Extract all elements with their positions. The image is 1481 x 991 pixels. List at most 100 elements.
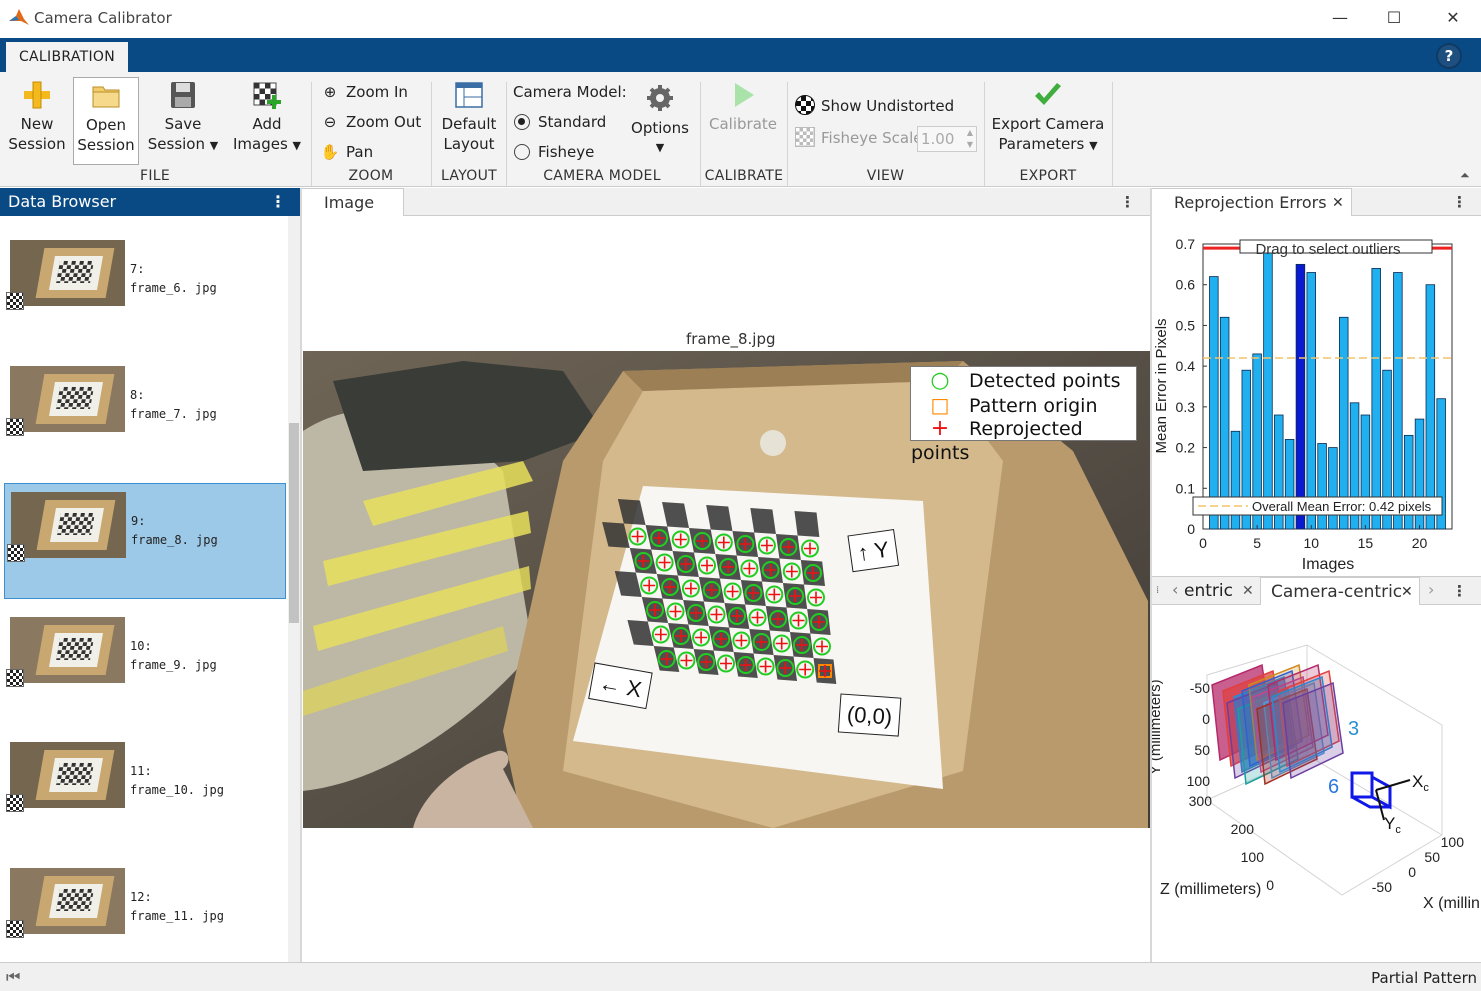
tab-scroll-left-icon[interactable]: ‹ <box>1172 580 1178 599</box>
error-bar[interactable] <box>1306 272 1316 530</box>
x-tick-label: -50 <box>1372 879 1392 895</box>
tab-camera-centric[interactable]: Camera-centric ✕ <box>1260 577 1420 606</box>
z-axis-title: Z (millimeters) <box>1160 881 1261 898</box>
data-browser-title: Data Browser <box>8 192 117 211</box>
circle-marker-icon: ○ <box>930 368 950 393</box>
error-bar[interactable] <box>1284 439 1295 530</box>
tab-scroll-right-icon[interactable]: › <box>1428 580 1434 599</box>
error-bar[interactable] <box>1317 443 1327 530</box>
zoom-in-button[interactable]: ⊕ Zoom In <box>320 80 408 104</box>
z-tick-label: 200 <box>1231 821 1255 837</box>
ribbon-tab-strip: CALIBRATION ? <box>0 38 1481 72</box>
close-tab-icon[interactable]: ✕ <box>1242 577 1254 605</box>
z-tick-label: 0 <box>1266 877 1274 893</box>
collapse-ribbon-icon[interactable]: ⏶ <box>1460 168 1470 183</box>
error-bar[interactable] <box>1209 276 1219 530</box>
tab-reprojection-errors[interactable]: Reprojection Errors ✕ <box>1152 188 1352 217</box>
list-item[interactable]: 9: frame_8. jpg <box>4 483 286 599</box>
thumbnail-image <box>11 492 126 558</box>
tab-pattern-centric[interactable]: entric ✕ <box>1184 577 1258 605</box>
export-camera-parameters-button[interactable]: Export Camera Parameters ▼ <box>990 72 1106 164</box>
error-bar[interactable] <box>1263 251 1273 530</box>
item-index: 11: <box>130 764 152 778</box>
default-layout-button[interactable]: Default Layout <box>436 72 502 164</box>
panel-menu-icon[interactable]: ⋮ <box>270 188 286 216</box>
z-tick-label: 100 <box>1241 849 1265 865</box>
y-tick-label: 0 <box>1187 521 1195 537</box>
pan-button[interactable]: ✋ Pan <box>320 140 373 164</box>
camera-centric-3d-plot[interactable]: Xc Yc 3 6 -50050100 3002001000 -50050100… <box>1152 605 1481 962</box>
panel-menu-icon[interactable]: ⋮ <box>1120 193 1135 211</box>
group-separator <box>1112 82 1113 186</box>
plus-marker-icon: + <box>930 416 950 441</box>
camera-centric-panel: Xc Yc 3 6 -50 0 50 100 300 200 100 0 -50 0 50 100… <box>1152 605 1481 962</box>
list-item[interactable]: 7: frame_6. jpg <box>4 232 286 348</box>
show-undistorted-button[interactable]: Show Undistorted <box>795 94 954 118</box>
error-bar[interactable] <box>1328 447 1338 530</box>
matlab-logo-icon <box>9 9 29 25</box>
close-button[interactable]: ✕ <box>1430 4 1476 32</box>
help-button[interactable]: ? <box>1422 41 1476 69</box>
calibrate-button[interactable]: Calibrate <box>704 72 782 164</box>
x-axis-title: Images <box>1302 556 1354 573</box>
origin-label: (0,0) <box>837 693 902 737</box>
radio-unchecked-icon <box>514 144 530 160</box>
y-tick-label: 0.2 <box>1176 440 1196 456</box>
save-session-button[interactable]: Save Session ▼ <box>144 72 222 164</box>
camera-model-title: Camera Model: <box>513 83 627 101</box>
status-text: Partial Pattern <box>1371 969 1477 987</box>
y-axis-label: ↑ Y <box>847 529 900 573</box>
drag-grip-icon[interactable]: ⁞ <box>1156 585 1159 596</box>
list-item[interactable]: 8: frame_7. jpg <box>4 358 286 474</box>
group-label-layout: LAYOUT <box>440 168 498 184</box>
error-bar[interactable] <box>1371 268 1381 530</box>
radio-fisheye[interactable]: Fisheye <box>514 140 594 164</box>
tab-calibration[interactable]: CALIBRATION <box>6 42 128 72</box>
list-item[interactable]: 12: frame_11. jpg <box>4 860 286 963</box>
panel-menu-icon[interactable]: ⋮ <box>1452 582 1467 600</box>
options-button[interactable]: Options ▼ <box>626 80 694 162</box>
x-tick-label: 20 <box>1412 535 1428 551</box>
error-bar[interactable] <box>1295 263 1306 530</box>
item-filename: frame_6. jpg <box>130 281 217 295</box>
data-browser-header: Data Browser ⋮ <box>0 188 300 216</box>
group-label-camera-model: CAMERA MODEL <box>543 168 661 184</box>
radio-standard[interactable]: Standard <box>514 110 606 134</box>
checkerboard-icon <box>6 668 24 687</box>
reprojection-errors-chart[interactable]: 0 0.1 0.2 0.3 0.4 0.5 0.6 0.7 0 5 10 15 20 Drag to s… <box>1152 216 1481 576</box>
layout-grid-icon <box>455 82 483 108</box>
list-item[interactable]: 11: frame_10. jpg <box>4 734 286 850</box>
legend-reprojected: + Reprojected points <box>911 416 1083 465</box>
panel-divider[interactable] <box>300 188 302 963</box>
new-session-button[interactable]: New Session <box>4 72 70 164</box>
item-index: 9: <box>131 514 146 528</box>
close-tab-icon[interactable]: ✕ <box>1401 578 1413 606</box>
fisheye-scale-spinner[interactable]: 1.00 ▲ ▼ <box>917 126 977 152</box>
zoom-out-icon: ⊖ <box>323 113 337 131</box>
panel-menu-icon[interactable]: ⋮ <box>1452 193 1467 211</box>
legend-detected: ○ Detected points <box>911 368 1120 393</box>
open-session-button[interactable]: Open Session <box>73 77 139 165</box>
tab-image[interactable]: Image <box>302 188 404 217</box>
y-tick-label: -50 <box>1190 680 1210 696</box>
maximize-button[interactable]: ☐ <box>1371 4 1417 32</box>
thumbnail-image <box>10 867 125 934</box>
close-tab-icon[interactable]: ✕ <box>1332 189 1344 217</box>
error-bar[interactable] <box>1425 284 1436 530</box>
chevron-down-icon: ▼ <box>655 141 665 154</box>
plane-label: 6 <box>1328 776 1339 798</box>
scroll-to-start-icon[interactable]: ⏮ <box>6 967 20 987</box>
add-images-button[interactable]: Add Images ▼ <box>228 72 306 164</box>
y-axis-title: Mean Error in Pixels <box>1153 318 1170 453</box>
x-axis-title: X (millin <box>1423 895 1480 912</box>
x-tick-label: 0 <box>1408 864 1416 880</box>
camera-icon <box>1350 771 1392 810</box>
zoom-out-button[interactable]: ⊖ Zoom Out <box>320 110 422 134</box>
error-bar[interactable] <box>1393 272 1403 530</box>
minimize-button[interactable]: — <box>1317 4 1363 32</box>
fisheye-scale-icon <box>795 127 815 147</box>
scrollbar-thumb[interactable] <box>289 423 299 623</box>
item-filename: frame_8. jpg <box>131 533 218 547</box>
list-item[interactable]: 10: frame_9. jpg <box>4 609 286 725</box>
checkerboard-icon <box>6 417 24 436</box>
